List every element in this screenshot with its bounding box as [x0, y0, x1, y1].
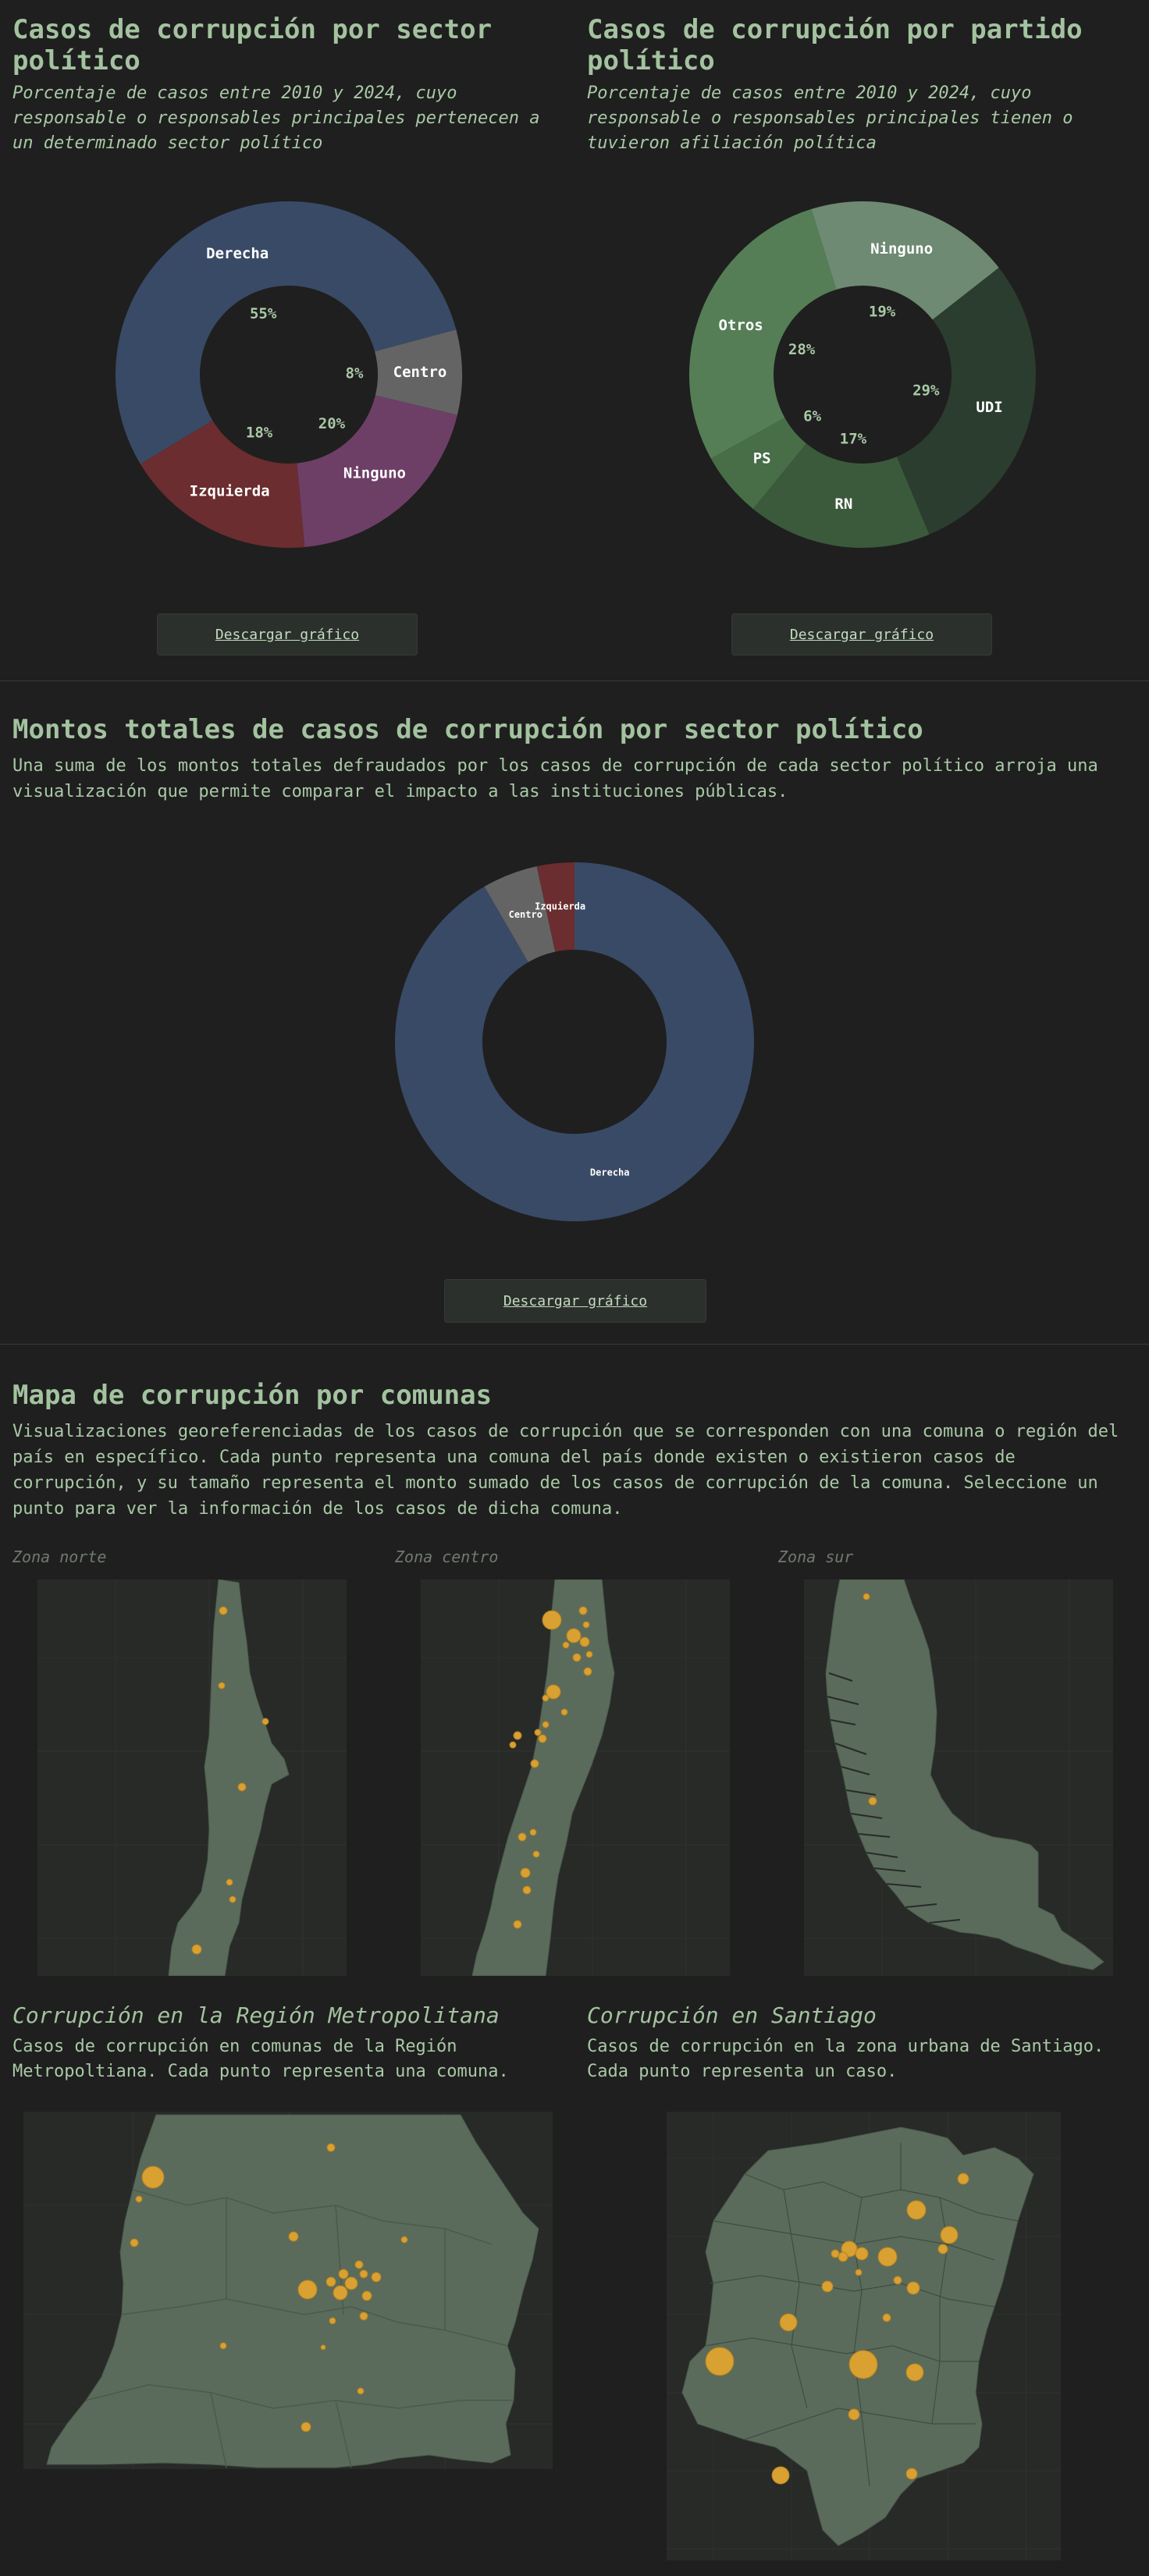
party-chart-subtitle: Porcentaje de casos entre 2010 y 2024, c… — [587, 83, 1073, 153]
sector-value-label: 55% — [250, 305, 277, 322]
north-territory — [168, 1579, 290, 1976]
region-metropolitana-map[interactable] — [23, 2112, 553, 2469]
map-section-title: Mapa de corrupción por comunas — [12, 1380, 493, 1411]
divider — [0, 680, 1149, 681]
party-category-label: PS — [753, 449, 771, 467]
sector-value-label: 18% — [246, 424, 273, 441]
download-sector-chart-button[interactable]: Descargar gráfico — [157, 613, 418, 656]
sector-value-label: 8% — [346, 364, 364, 382]
santiago-section-subtitle: Casos de corrupción en la zona urbana de… — [587, 2037, 1105, 2081]
sector-category-label: Ninguno — [343, 465, 406, 482]
amounts-category-label: Derecha — [590, 1167, 630, 1178]
party-slice-udi[interactable] — [896, 268, 1036, 535]
zone-north-map-svg — [37, 1579, 347, 1976]
divider — [0, 1344, 1149, 1345]
amounts-chart-subtitle: Una suma de los montos totales defraudad… — [12, 756, 1098, 801]
zone-south-label: Zona sur — [778, 1547, 854, 1566]
sector-chart-subtitle: Porcentaje de casos entre 2010 y 2024, c… — [12, 83, 540, 153]
party-value-label: 17% — [840, 431, 867, 448]
party-value-label: 29% — [912, 382, 940, 400]
rm-section-title: Corrupción en la Región Metropolitana — [12, 2002, 500, 2028]
rm-section-subtitle: Casos de corrupción en comunas de la Reg… — [12, 2037, 509, 2081]
sector-chart-section: Casos de corrupción por sector político … — [12, 14, 559, 156]
party-category-label: RN — [834, 496, 852, 513]
zone-center-map[interactable] — [421, 1579, 730, 1976]
sector-value-label: 20% — [318, 415, 346, 432]
zone-center-label: Zona centro — [395, 1547, 499, 1566]
region-metropolitana-map-svg — [23, 2112, 553, 2469]
santiago-map-svg — [667, 2112, 1061, 2560]
party-value-label: 6% — [803, 407, 821, 425]
santiago-section-title: Corrupción en Santiago — [587, 2002, 877, 2028]
zone-north-label: Zona norte — [12, 1547, 107, 1566]
zone-north-map[interactable] — [37, 1579, 347, 1976]
santiago-map[interactable] — [667, 2112, 1061, 2560]
map-section-subtitle: Visualizaciones georeferenciadas de los … — [12, 1422, 1119, 1519]
rm-section: Corrupción en la Región Metropolitana Ca… — [12, 2002, 559, 2084]
sector-category-label: Izquierda — [190, 482, 270, 499]
party-category-label: Ninguno — [870, 240, 933, 258]
zone-center-map-svg — [421, 1579, 730, 1976]
party-chart-section: Casos de corrupción por partido político… — [587, 14, 1133, 156]
party-value-label: 28% — [788, 341, 816, 358]
map-section: Mapa de corrupción por comunas Visualiza… — [12, 1380, 1137, 1522]
party-value-label: 19% — [869, 303, 896, 320]
sector-category-label: Derecha — [206, 245, 269, 262]
rm-territory — [46, 2114, 539, 2468]
download-amounts-chart-button[interactable]: Descargar gráfico — [444, 1279, 706, 1323]
zone-south-map[interactable] — [804, 1579, 1113, 1976]
party-category-label: Otros — [719, 317, 763, 334]
party-category-label: UDI — [976, 399, 1002, 416]
center-territory — [471, 1579, 615, 1976]
santiago-territory — [681, 2127, 1034, 2546]
santiago-section: Corrupción en Santiago Casos de corrupci… — [587, 2002, 1133, 2084]
sector-donut-chart: Derecha 55% Centro 8% Ninguno 20% Izquierda 18% — [116, 201, 462, 548]
zone-south-map-svg — [804, 1579, 1113, 1976]
amounts-category-label: Izquierda — [535, 901, 585, 911]
party-chart-title: Casos de corrupción por partido político — [587, 14, 1083, 76]
download-party-chart-button[interactable]: Descargar gráfico — [731, 613, 992, 656]
amounts-donut-chart: Derecha212.400millonesCentro11.590millon… — [394, 862, 754, 1221]
amounts-chart-title: Montos totales de casos de corrupción po… — [12, 714, 923, 745]
amounts-chart-section: Montos totales de casos de corrupción po… — [12, 714, 1137, 805]
sector-chart-title: Casos de corrupción por sector político — [12, 14, 493, 76]
party-donut-chart: Ninguno 19% UDI 29% RN 17% PS 6% Otros 28% — [689, 201, 1036, 548]
sector-category-label: Centro — [393, 364, 447, 381]
